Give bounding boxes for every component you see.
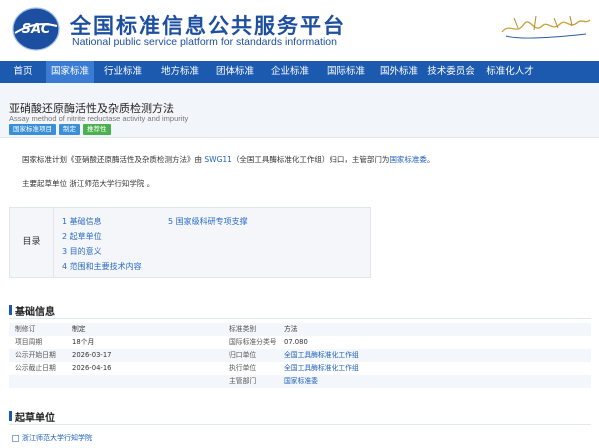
tc-code-link[interactable]: SWG11: [204, 155, 232, 164]
intro-prefix: 国家标准计划《亚硝酸还原酶活性及杂质检测方法》由: [22, 155, 205, 164]
drafting-heading: 起草单位: [15, 413, 55, 424]
standard-tags: 国家标准项目 制定 推荐性: [9, 124, 111, 135]
standard-tag: 推荐性: [83, 124, 111, 135]
main-nav: 首页 国家标准 行业标准 地方标准 团体标准 企业标准 国际标准 国外标准 技术委员会 标准化人才: [0, 61, 599, 83]
info-label: 标准类别: [229, 325, 257, 333]
nav-item-1[interactable]: 国家标准: [46, 61, 94, 83]
info-label: 国际标准分类号: [229, 338, 277, 346]
toc-item-basic-info[interactable]: 1 基础信息: [62, 216, 102, 227]
drafting-divider: [9, 424, 591, 425]
standard-intro: 国家标准计划《亚硝酸还原酶活性及杂质检测方法》由 SWG11（全国工具酶标准化工…: [22, 155, 582, 165]
sac-logo-icon[interactable]: SAC: [12, 6, 60, 52]
basic-info-divider: [9, 318, 591, 319]
info-row: 主管部门 国家标准委: [9, 375, 591, 388]
info-value-link[interactable]: 全国工具酶标准化工作组: [284, 362, 359, 375]
drafting-org-name: 浙江师范大学行知学院: [22, 434, 92, 442]
nav-item-2[interactable]: 行业标准: [94, 61, 152, 83]
toc-label: 目录: [10, 208, 54, 277]
toc-item-drafting-org[interactable]: 2 起草单位: [62, 231, 102, 242]
info-value-link[interactable]: 全国工具酶标准化工作组: [284, 349, 359, 362]
standard-tag: 制定: [59, 124, 80, 135]
info-label: 执行单位: [229, 364, 257, 372]
info-label: 归口单位: [229, 351, 257, 359]
info-label: 公示截止日期: [15, 364, 56, 372]
info-row: 公示开始日期 2026-03-17 归口单位 全国工具酶标准化工作组: [9, 349, 591, 362]
nav-item-9[interactable]: 标准化人才: [478, 61, 542, 83]
nav-item-8[interactable]: 技术委员会: [424, 61, 478, 83]
info-value: 2026-04-16: [72, 364, 112, 372]
basic-info-heading: 基础信息: [15, 307, 55, 318]
info-value: 2026-03-17: [72, 351, 112, 359]
authority-link[interactable]: 国家标准委: [389, 155, 427, 164]
site-header: SAC 全国标准信息公共服务平台 National public service…: [0, 0, 599, 60]
info-row: 项目周期 18个月 国际标准分类号 07.080: [9, 336, 591, 349]
org-icon: [12, 434, 19, 442]
slogan-calligraphy: [501, 15, 591, 39]
basic-info-accent: [9, 305, 12, 315]
toc-item-purpose[interactable]: 3 目的意义: [62, 246, 102, 257]
site-subtitle: National public service platform for sta…: [72, 36, 337, 48]
logo-text: SAC: [22, 22, 51, 37]
table-of-contents: 目录 1 基础信息 2 起草单位 3 目的意义 4 范围和主要技术内容 5 国家…: [9, 207, 371, 278]
drafting-org-item[interactable]: 浙江师范大学行知学院: [12, 433, 92, 443]
intro-middle: （全国工具酶标准化工作组）归口，主管部门为: [231, 155, 390, 164]
info-row: 公示截止日期 2026-04-16 执行单位 全国工具酶标准化工作组: [9, 362, 591, 375]
intro-suffix: 。: [426, 155, 435, 164]
info-value-link[interactable]: 国家标准委: [284, 375, 318, 388]
standard-title-block: 亚硝酸还原酶活性及杂质检测方法 Assay method of nitrite …: [0, 83, 599, 138]
nav-item-5[interactable]: 企业标准: [262, 61, 318, 83]
info-value: 方法: [284, 325, 298, 333]
nav-item-6[interactable]: 国际标准: [318, 61, 374, 83]
info-value: 制定: [72, 325, 86, 333]
nav-item-4[interactable]: 团体标准: [208, 61, 262, 83]
standard-tag: 国家标准项目: [9, 124, 56, 135]
toc-item-scope[interactable]: 4 范围和主要技术内容: [62, 261, 142, 272]
drafting-accent: [9, 411, 12, 421]
info-value: 18个月: [72, 338, 95, 346]
info-label: 制修订: [15, 325, 36, 333]
standard-english-title: Assay method of nitrite reductase activi…: [9, 114, 189, 123]
info-label: 项目周期: [15, 338, 43, 346]
info-row: 制修订 制定 标准类别 方法: [9, 323, 591, 336]
info-label: 主管部门: [229, 377, 257, 385]
nav-item-3[interactable]: 地方标准: [152, 61, 208, 83]
nav-item-7[interactable]: 国外标准: [374, 61, 424, 83]
main-drafting-org-line: 主要起草单位 浙江师范大学行知学院 。: [22, 179, 155, 188]
nav-item-0[interactable]: 首页: [0, 61, 46, 83]
toc-item-research-support[interactable]: 5 国家级科研专项支撑: [168, 216, 248, 227]
info-value: 07.080: [284, 338, 308, 346]
info-label: 公示开始日期: [15, 351, 56, 359]
